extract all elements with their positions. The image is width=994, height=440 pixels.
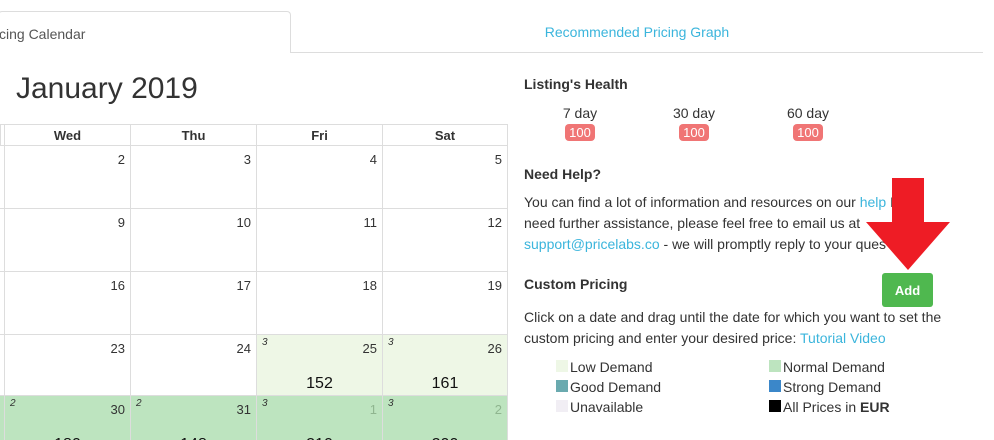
calendar-day-price: 161 <box>431 375 459 392</box>
custom-line1: Click on a date and drag until the date … <box>524 309 942 325</box>
legend-strong-label: Strong Demand <box>783 379 882 395</box>
health-30-day: 30 day 100 <box>659 105 729 142</box>
health-7-day-badge: 100 <box>565 124 595 141</box>
calendar-day-cell[interactable]: 2 <box>4 146 130 209</box>
calendar-day-cell[interactable]: 5 <box>382 146 508 209</box>
calendar-day-cell[interactable]: 10 <box>130 209 256 272</box>
calendar-day-number: 31 <box>236 402 251 417</box>
calendar-day-cell[interactable]: 30 2 180 <box>4 396 130 440</box>
calendar-day-cell[interactable]: 16 <box>4 272 130 335</box>
custom-line2-pre: custom pricing and enter your desired pr… <box>524 330 800 346</box>
calendar-day-number: 4 <box>369 152 377 167</box>
legend-unavailable-label: Unavailable <box>570 399 644 415</box>
calendar-day-cell[interactable]: 23 <box>4 335 130 396</box>
tab-divider <box>291 52 983 53</box>
calendar-day-price: 152 <box>306 375 333 392</box>
calendar-day-cell[interactable]: 11 <box>256 209 382 272</box>
calendar-day-price: 200 <box>383 436 507 440</box>
calendar-day-number: 12 <box>487 215 502 230</box>
legend-good-label: Good Demand <box>570 379 662 395</box>
calendar-day-price: 180 <box>5 436 130 440</box>
health-7-day-label: 7 day <box>562 105 598 121</box>
calendar-day-cell[interactable]: 25 3 152 <box>256 335 382 396</box>
calendar-day-number: 17 <box>236 278 251 293</box>
help-line1-pre: You can find a lot of information and re… <box>524 194 860 210</box>
legend-swatch-low <box>556 360 568 372</box>
legend-swatch-strong <box>769 380 781 392</box>
red-arrow-down-icon <box>866 178 950 270</box>
custom-pricing-title: Custom Pricing <box>524 276 628 292</box>
calendar-day-number: 9 <box>117 215 125 230</box>
all-prices-text: All Prices in <box>783 399 861 415</box>
health-30-day-badge: 100 <box>679 124 709 141</box>
calendar-day-cell[interactable]: 4 <box>256 146 382 209</box>
calendar-day-number: 1 <box>369 402 377 417</box>
legend-all-prices-label: All Prices in EUR <box>783 398 890 416</box>
calendar-day-price: 210 <box>257 436 382 440</box>
column-header-sat: Sat <box>382 125 508 146</box>
min-stay-indicator: 3 <box>262 337 268 348</box>
min-stay-indicator: 2 <box>136 398 142 409</box>
calendar-day-number: 16 <box>110 278 125 293</box>
calendar-day-number: 25 <box>362 341 377 356</box>
calendar-day-cell[interactable]: 19 <box>382 272 508 335</box>
min-stay-indicator: 3 <box>262 398 268 409</box>
calendar-day-cell[interactable]: 1 3 210 <box>256 396 382 440</box>
calendar-day-number: 26 <box>487 341 502 356</box>
calendar-day-price: 148 <box>131 436 256 440</box>
health-60-day-badge: 100 <box>793 124 823 141</box>
min-stay-indicator: 3 <box>388 398 394 409</box>
calendar-day-cell[interactable]: 24 <box>130 335 256 396</box>
add-custom-pricing-button[interactable]: Add <box>882 273 933 307</box>
health-30-day-label: 30 day <box>672 105 716 121</box>
legend-swatch-unavailable <box>556 400 568 412</box>
listing-health-title: Listing's Health <box>524 76 628 92</box>
tab-pricing-calendar[interactable]: cing Calendar <box>0 11 291 53</box>
need-help-title: Need Help? <box>524 166 602 182</box>
calendar-day-cell[interactable]: 9 <box>4 209 130 272</box>
calendar-day-cell[interactable]: 2 3 200 <box>382 396 508 440</box>
calendar-day-cell[interactable]: 18 <box>256 272 382 335</box>
min-stay-indicator: 3 <box>388 337 394 348</box>
column-header-wed: Wed <box>4 125 130 146</box>
health-60-day-label: 60 day <box>786 105 830 121</box>
health-60-day: 60 day 100 <box>773 105 843 142</box>
calendar-day-cell[interactable]: 12 <box>382 209 508 272</box>
calendar-day-number: 19 <box>487 278 502 293</box>
calendar-day-cell[interactable]: 3 <box>130 146 256 209</box>
support-email-link[interactable]: support@pricelabs.co <box>524 236 660 252</box>
calendar-day-cell[interactable]: 31 2 148 <box>130 396 256 440</box>
custom-pricing-text: Click on a date and drag until the date … <box>524 307 984 349</box>
calendar-day-number: 2 <box>494 402 502 417</box>
health-7-day: 7 day 100 <box>545 105 615 142</box>
tab-pricing-calendar-label: cing Calendar <box>0 26 86 42</box>
calendar-day-cell[interactable]: 26 3 161 <box>382 335 508 396</box>
calendar-day-number: 11 <box>363 215 378 230</box>
calendar-grid: Wed Thu Fri Sat 2 3 4 5 9 10 11 12 16 17 18 19 23 24 2… <box>0 124 508 440</box>
calendar-day-number: 2 <box>117 152 125 167</box>
legend-swatch-good <box>556 380 568 392</box>
min-stay-indicator: 2 <box>10 398 16 409</box>
calendar-day-cell[interactable]: 17 <box>130 272 256 335</box>
calendar-day-number: 24 <box>236 341 251 356</box>
legend-swatch-normal <box>769 360 781 372</box>
tab-bar: cing Calendar Recommended Pricing Graph <box>0 0 994 53</box>
tab-recommended-pricing-graph[interactable]: Recommended Pricing Graph <box>300 24 974 40</box>
month-title: January 2019 <box>16 72 198 105</box>
calendar-day-number: 5 <box>494 152 502 167</box>
column-header-thu: Thu <box>130 125 256 146</box>
help-line3-post: - we will promptly reply to your ques <box>659 236 887 252</box>
calendar-header: Wed Thu Fri Sat <box>0 124 508 146</box>
column-header-fri: Fri <box>256 125 382 146</box>
legend-low-label: Low Demand <box>570 359 653 375</box>
calendar-day-number: 3 <box>243 152 251 167</box>
calendar-day-number: 10 <box>236 215 251 230</box>
calendar-day-number: 30 <box>110 402 125 417</box>
legend-normal-label: Normal Demand <box>783 359 885 375</box>
legend-swatch-all-prices <box>769 400 781 412</box>
calendar-day-number: 18 <box>362 278 377 293</box>
calendar-day-number: 23 <box>110 341 125 356</box>
currency-label: EUR <box>860 399 890 415</box>
tutorial-video-link[interactable]: Tutorial Video <box>800 330 886 346</box>
